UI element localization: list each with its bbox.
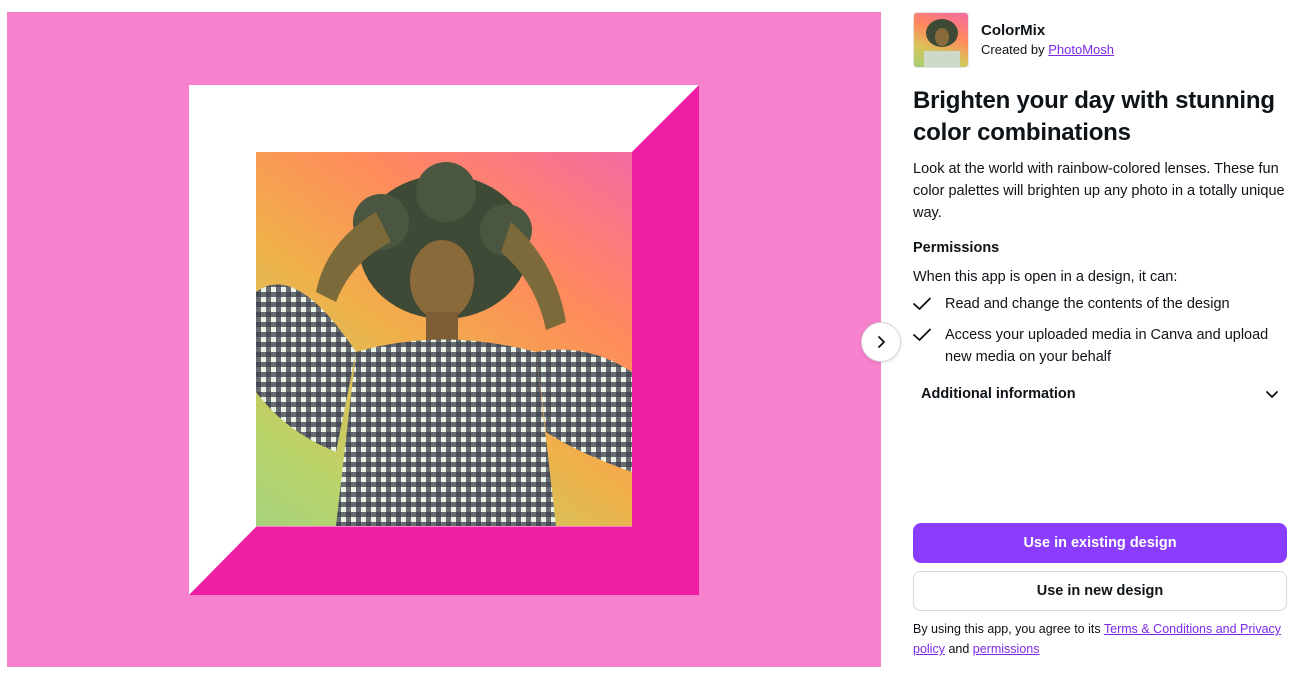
preview-photo (256, 152, 632, 526)
permission-text: Access your uploaded media in Canva and … (945, 327, 1269, 365)
permissions-title: Permissions (913, 240, 1000, 256)
use-in-new-design-button[interactable]: Use in new design (913, 571, 1287, 611)
additional-information-label: Additional information (921, 386, 1076, 402)
terms-conjunction: and (948, 642, 970, 656)
app-preview-image (7, 12, 881, 667)
permissions-link[interactable]: permissions (973, 642, 1040, 656)
permissions-list: Read and change the contents of the desi… (913, 293, 1287, 368)
portrait-figure (256, 162, 632, 526)
check-icon (913, 324, 945, 346)
permission-item: Read and change the contents of the desi… (913, 293, 1287, 315)
app-details-panel: ColorMix Created by PhotoMosh Brighten y… (913, 12, 1287, 667)
terms-prefix: By using this app, you agree to its (913, 622, 1101, 636)
app-creator: Created by PhotoMosh (981, 41, 1114, 59)
permission-item: Access your uploaded media in Canva and … (913, 324, 1287, 368)
app-header: ColorMix Created by PhotoMosh (913, 12, 1287, 68)
chevron-right-icon (878, 336, 885, 348)
next-image-button[interactable] (861, 322, 901, 362)
terms-notice: By using this app, you agree to its Term… (913, 619, 1287, 659)
app-name: ColorMix (981, 22, 1046, 39)
app-headline: Brighten your day with stunning color co… (913, 87, 1275, 146)
additional-information-toggle[interactable]: Additional information (913, 377, 1287, 411)
permission-text: Read and change the contents of the desi… (945, 296, 1230, 312)
app-thumbnail (913, 12, 969, 68)
check-icon (913, 293, 945, 315)
use-in-existing-design-button[interactable]: Use in existing design (913, 523, 1287, 563)
permissions-intro: When this app is open in a design, it ca… (913, 269, 1178, 285)
chevron-down-icon (1266, 391, 1278, 398)
created-by-label: Created by (981, 42, 1045, 57)
app-description: Look at the world with rainbow-colored l… (913, 161, 1285, 221)
creator-link[interactable]: PhotoMosh (1048, 42, 1114, 57)
